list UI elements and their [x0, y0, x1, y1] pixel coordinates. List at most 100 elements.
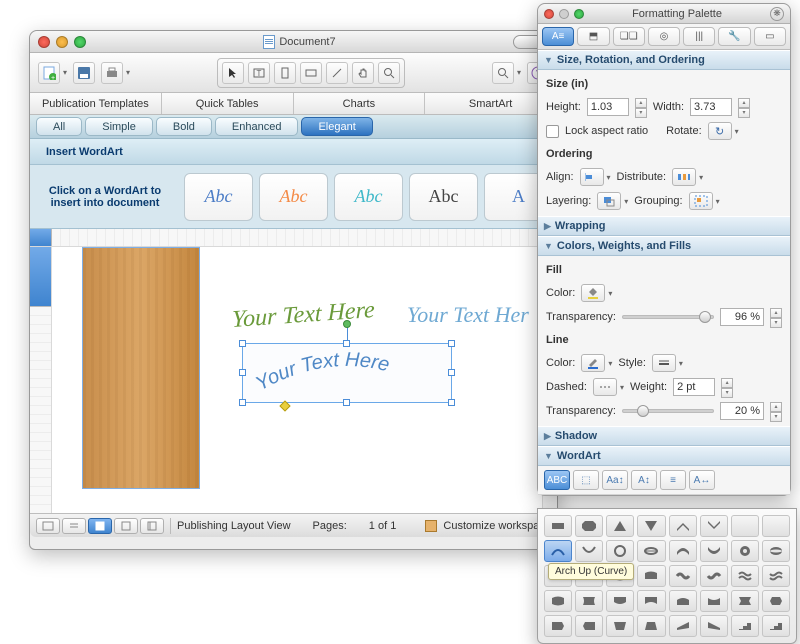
- palette-tab-compatibility[interactable]: |||: [683, 27, 715, 46]
- line-style-button[interactable]: [652, 354, 676, 372]
- shape-deflate[interactable]: [575, 590, 603, 612]
- shape-double-wave2[interactable]: [762, 565, 790, 587]
- shape-inflate-bottom[interactable]: [606, 590, 634, 612]
- zoom-dropdown[interactable]: [492, 62, 514, 84]
- shape-arch-down-pour[interactable]: [700, 540, 728, 562]
- minimize-window-button[interactable]: [56, 36, 68, 48]
- resize-handle-w[interactable]: [239, 369, 246, 376]
- wordart-vertical-text-button[interactable]: A↕: [631, 470, 657, 490]
- shape-fade-up[interactable]: [606, 615, 634, 637]
- line-color-button[interactable]: [581, 354, 605, 372]
- rectangle-tool[interactable]: [300, 62, 322, 84]
- adjustment-handle[interactable]: [279, 400, 290, 411]
- fill-color-dropdown-icon[interactable]: ▾: [608, 289, 612, 298]
- shape-fade-right[interactable]: [544, 615, 572, 637]
- text-box-tool[interactable]: T: [248, 62, 270, 84]
- print-dropdown-icon[interactable]: ▾: [126, 68, 130, 77]
- shape-inflate-top[interactable]: [669, 590, 697, 612]
- palette-close-button[interactable]: [544, 9, 554, 19]
- shape-slant-up[interactable]: [669, 615, 697, 637]
- wordart-shape-button[interactable]: ABC: [544, 470, 570, 490]
- zoom-tool[interactable]: [378, 62, 400, 84]
- shape-chevron-up[interactable]: [669, 515, 697, 537]
- wordart-sample-2[interactable]: Abc: [259, 173, 328, 221]
- wordart-sample-4[interactable]: Abc: [409, 173, 478, 221]
- wordart-sample-1[interactable]: Abc: [184, 173, 253, 221]
- line-color-dropdown-icon[interactable]: ▾: [608, 359, 612, 368]
- shape-stop[interactable]: [575, 515, 603, 537]
- close-window-button[interactable]: [38, 36, 50, 48]
- section-shadow-header[interactable]: ▶ Shadow: [538, 426, 790, 446]
- shape-inflate-deflate[interactable]: [762, 590, 790, 612]
- section-wrapping-header[interactable]: ▶ Wrapping: [538, 216, 790, 236]
- line-transparency-slider[interactable]: [622, 409, 714, 413]
- save-button[interactable]: [73, 62, 95, 84]
- view-outline[interactable]: [62, 518, 86, 534]
- new-document-button[interactable]: +: [38, 62, 60, 84]
- shape-inflate[interactable]: [544, 590, 572, 612]
- shape-triangle-down[interactable]: [637, 515, 665, 537]
- palette-settings-icon[interactable]: ❋: [770, 7, 784, 21]
- view-draft[interactable]: [36, 518, 60, 534]
- shape-circle-curve[interactable]: [606, 540, 634, 562]
- shape-ring-out[interactable]: [762, 515, 790, 537]
- shape-button-curve[interactable]: [637, 540, 665, 562]
- tab-charts[interactable]: Charts: [294, 93, 426, 114]
- grouping-dropdown-icon[interactable]: ▾: [716, 197, 720, 206]
- shape-deflate-inflate[interactable]: [731, 590, 759, 612]
- view-publishing-layout[interactable]: [88, 518, 112, 534]
- palette-tab-tools[interactable]: 🔧: [718, 27, 750, 46]
- palette-minimize-button[interactable]: [559, 9, 569, 19]
- palette-tab-project[interactable]: ▭: [754, 27, 786, 46]
- style-tab-elegant[interactable]: Elegant: [301, 117, 372, 136]
- layering-button[interactable]: [597, 192, 621, 210]
- palette-tab-scrapbook[interactable]: ❏❏: [613, 27, 645, 46]
- shape-arch-down-curve[interactable]: [575, 540, 603, 562]
- shape-chevron-down[interactable]: [700, 515, 728, 537]
- shape-cascade-up[interactable]: [731, 615, 759, 637]
- line-transparency-value[interactable]: 20 %: [720, 402, 764, 420]
- wordart-same-heights-button[interactable]: Aa↕: [602, 470, 628, 490]
- wordart-object-1[interactable]: Your Text Here: [232, 297, 375, 334]
- shape-can-down[interactable]: [637, 565, 665, 587]
- zoom-window-button[interactable]: [74, 36, 86, 48]
- width-stepper[interactable]: ▴▾: [738, 98, 750, 116]
- wordart-spacing-button[interactable]: A↔: [689, 470, 715, 490]
- shape-arch-up-pour[interactable]: [669, 540, 697, 562]
- shape-plain[interactable]: [544, 515, 572, 537]
- palette-tab-object[interactable]: ⬒: [577, 27, 609, 46]
- selection-frame[interactable]: [242, 343, 452, 403]
- canvas[interactable]: Your Text Here Your Text Her Your Text H…: [52, 247, 557, 513]
- fill-transparency-slider[interactable]: [622, 315, 714, 319]
- shape-wave2[interactable]: [700, 565, 728, 587]
- shape-double-wave1[interactable]: [731, 565, 759, 587]
- shape-button-pour[interactable]: [762, 540, 790, 562]
- resize-handle-n[interactable]: [343, 340, 350, 347]
- align-button[interactable]: [580, 168, 604, 186]
- section-wordart-header[interactable]: ▼ WordArt: [538, 446, 790, 466]
- grouping-button[interactable]: [689, 192, 713, 210]
- shape-fade-down[interactable]: [637, 615, 665, 637]
- view-notebook[interactable]: [140, 518, 164, 534]
- fill-color-button[interactable]: [581, 284, 605, 302]
- shape-deflate-bottom[interactable]: [637, 590, 665, 612]
- shape-fade-left[interactable]: [575, 615, 603, 637]
- wordart-sample-3[interactable]: Abc: [334, 173, 403, 221]
- vertical-text-tool[interactable]: [274, 62, 296, 84]
- customize-workspace-label[interactable]: Customize workspace: [443, 520, 551, 532]
- style-tab-simple[interactable]: Simple: [85, 117, 153, 136]
- section-colors-header[interactable]: ▼ Colors, Weights, and Fills: [538, 236, 790, 256]
- tab-quick-tables[interactable]: Quick Tables: [162, 93, 294, 114]
- palette-tab-reference[interactable]: ◎: [648, 27, 680, 46]
- palette-tab-formatting[interactable]: A≡: [542, 27, 574, 46]
- shape-circle-pour[interactable]: [731, 540, 759, 562]
- weight-stepper[interactable]: ▴▾: [721, 378, 733, 396]
- resize-handle-s[interactable]: [343, 399, 350, 406]
- shape-cascade-down[interactable]: [762, 615, 790, 637]
- tab-publication-templates[interactable]: Publication Templates: [30, 93, 162, 114]
- rotate-handle[interactable]: [343, 320, 351, 328]
- lock-aspect-checkbox[interactable]: [546, 125, 559, 138]
- shape-deflate-top[interactable]: [700, 590, 728, 612]
- wordart-format-button[interactable]: ⬚: [573, 470, 599, 490]
- height-input[interactable]: 1.03: [587, 98, 629, 116]
